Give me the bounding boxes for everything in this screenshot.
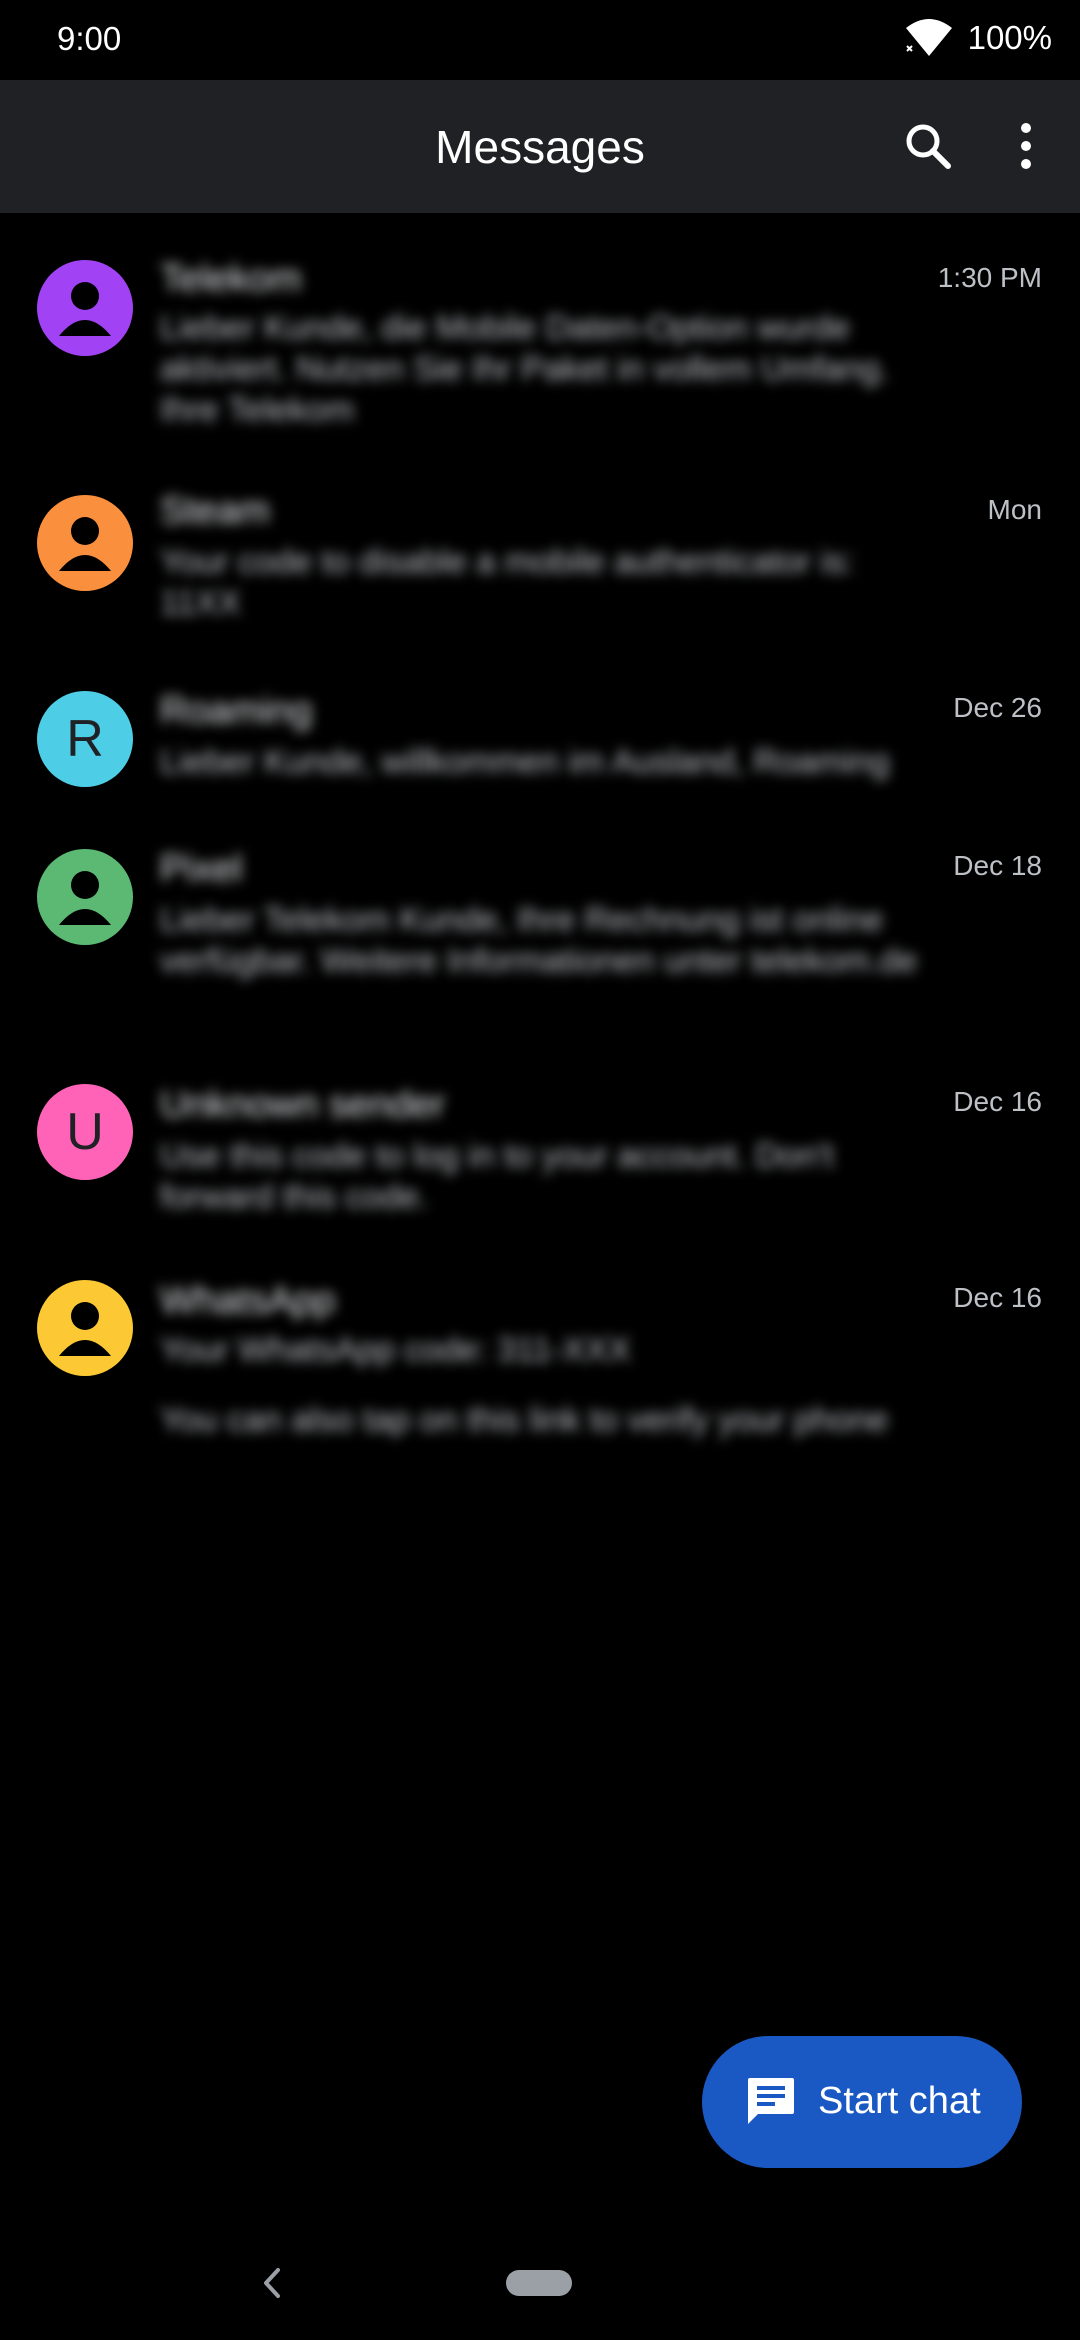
conversation-time: Dec 16 bbox=[953, 1282, 1042, 1313]
avatar-letter: R bbox=[66, 710, 104, 768]
conversation-item[interactable]: Steam Mon Your code to disable a mobile … bbox=[0, 470, 1080, 650]
conversation-time: Dec 18 bbox=[953, 850, 1042, 881]
conversation-snippet: Your code to disable a mobile authentica… bbox=[160, 543, 855, 622]
avatar bbox=[37, 849, 133, 945]
conversation-snippet: Use this code to log in to your account.… bbox=[160, 1137, 834, 1216]
conversation-time: Dec 16 bbox=[953, 1086, 1042, 1117]
person-icon bbox=[59, 1302, 111, 1356]
conversation-snippet: Your WhatsApp code: 311-XXX bbox=[160, 1331, 631, 1369]
conversation-item[interactable]: Pixel Dec 18 Lieber Telekom Kunde, Ihre … bbox=[0, 830, 1080, 1040]
person-icon bbox=[59, 517, 111, 571]
conversation-sender: WhatsApp bbox=[160, 1280, 336, 1322]
avatar bbox=[37, 260, 133, 356]
home-pill[interactable] bbox=[506, 2270, 572, 2296]
conversation-sender: Steam bbox=[160, 490, 270, 532]
conversation-snippet-line2: You can also tap on this link to verify … bbox=[160, 1401, 889, 1439]
status-time: 9:00 bbox=[57, 20, 122, 57]
conversation-time: Dec 26 bbox=[953, 692, 1042, 723]
conversation-snippet: Lieber Telekom Kunde, Ihre Rechnung ist … bbox=[160, 901, 918, 980]
back-icon[interactable] bbox=[258, 2266, 288, 2300]
conversation-sender: Pixel bbox=[160, 848, 243, 890]
avatar bbox=[37, 1280, 133, 1376]
wifi-icon bbox=[905, 19, 952, 56]
conversation-item[interactable]: U Unknown sender Dec 16 Use this code to… bbox=[0, 1070, 1080, 1250]
start-chat-label: Start chat bbox=[818, 2080, 981, 2122]
conversation-sender: Unknown sender bbox=[160, 1084, 446, 1126]
conversation-item[interactable]: WhatsApp Dec 16 Your WhatsApp code: 311-… bbox=[0, 1270, 1080, 1470]
conversation-item[interactable]: Telekom 1:30 PM Lieber Kunde, die Mobile… bbox=[0, 240, 1080, 450]
avatar: U bbox=[37, 1084, 133, 1180]
start-chat-button[interactable]: Start chat bbox=[702, 2036, 1022, 2168]
more-vert-icon[interactable] bbox=[1006, 118, 1046, 174]
conversation-time: 1:30 PM bbox=[937, 262, 1042, 293]
avatar: R bbox=[37, 691, 133, 787]
conversation-time: Mon bbox=[987, 494, 1042, 525]
conversation-sender: Roaming bbox=[160, 690, 313, 732]
status-bar: 9:00 100% bbox=[0, 0, 1080, 80]
battery-percentage: 100% bbox=[967, 19, 1052, 56]
person-icon bbox=[59, 871, 111, 925]
conversation-snippet: Lieber Kunde, willkommen im Ausland, Roa… bbox=[160, 743, 890, 781]
avatar bbox=[37, 495, 133, 591]
conversation-sender: Telekom bbox=[160, 258, 302, 300]
conversation-snippet: Lieber Kunde, die Mobile Daten-Option wu… bbox=[160, 309, 890, 429]
avatar-letter: U bbox=[66, 1103, 104, 1161]
chat-icon bbox=[748, 2078, 794, 2124]
person-icon bbox=[59, 282, 111, 336]
status-indicators: 100% bbox=[904, 18, 1052, 58]
conversation-item[interactable]: R Roaming Dec 26 Lieber Kunde, willkomme… bbox=[0, 670, 1080, 800]
search-icon[interactable] bbox=[900, 118, 956, 174]
